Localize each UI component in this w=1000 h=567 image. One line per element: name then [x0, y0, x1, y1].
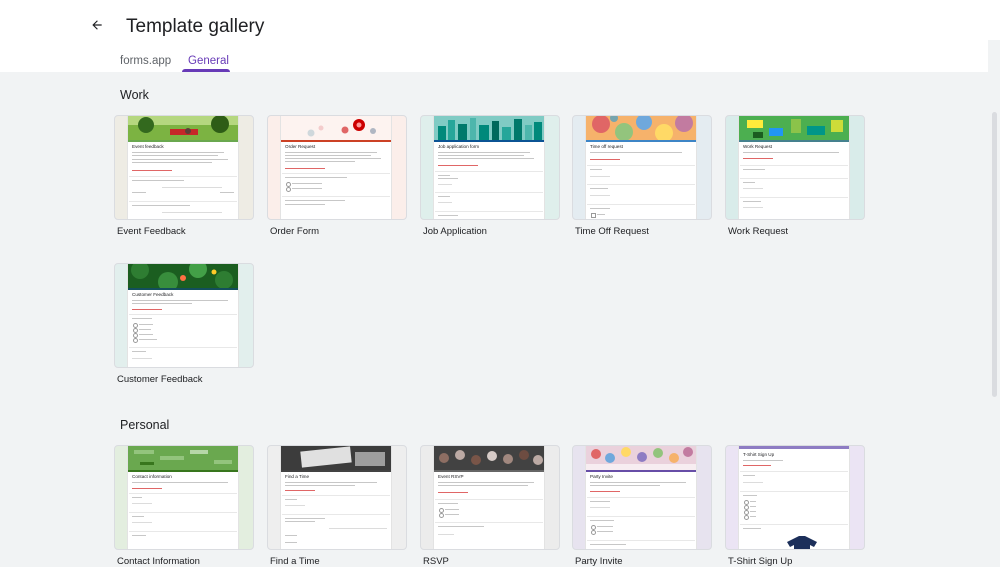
back-button[interactable]: [84, 12, 110, 38]
template-card-t-shirt-sign-up[interactable]: T-Shirt Sign Up: [725, 445, 865, 550]
tropical-leaves-banner: [128, 264, 238, 288]
template-card-party-invite[interactable]: Party Invite: [572, 445, 712, 550]
colorful-art-banner: [586, 116, 696, 140]
template-label-order-form[interactable]: Order Form: [270, 226, 319, 237]
form-title: Time off request: [590, 144, 623, 149]
arrow-left-icon: [92, 20, 102, 30]
template-label-work-request[interactable]: Work Request: [728, 226, 788, 237]
form-preview: Customer Feedback: [128, 264, 238, 367]
top-bar: Template gallery forms.app General: [0, 0, 1000, 72]
form-title: Party Invite: [590, 474, 613, 479]
form-preview: Contact information: [128, 446, 238, 549]
template-label-contact-information[interactable]: Contact Information: [117, 556, 200, 567]
green-notes-banner: [128, 446, 238, 470]
template-card-event-feedback[interactable]: Event feedback: [114, 115, 254, 220]
form-preview: Time off request: [586, 116, 696, 219]
active-tab-indicator: [182, 69, 230, 72]
form-title: T-Shirt Sign Up: [743, 452, 775, 457]
form-title: Event RSVP: [438, 474, 464, 479]
template-card-find-a-time[interactable]: Find a Time: [267, 445, 407, 550]
crowd-photo-banner: [434, 446, 544, 470]
event-photo-banner: [128, 116, 238, 140]
section-title-work: Work: [120, 88, 149, 102]
form-preview: Job application form: [434, 116, 544, 219]
form-title: Work Request: [743, 144, 773, 149]
form-title: Event feedback: [132, 144, 164, 149]
tab-forms-app[interactable]: forms.app: [120, 55, 171, 67]
template-label-event-feedback[interactable]: Event Feedback: [117, 226, 186, 237]
form-title: Find a Time: [285, 474, 309, 479]
tab-general[interactable]: General: [188, 55, 229, 67]
form-title: Order Request: [285, 144, 316, 149]
template-label-time-off-request[interactable]: Time Off Request: [575, 226, 649, 237]
flower-illustration-banner: [281, 116, 391, 140]
template-label-rsvp[interactable]: RSVP: [423, 556, 449, 567]
section-title-personal: Personal: [120, 418, 170, 432]
form-title: Job application form: [438, 144, 480, 149]
template-card-customer-feedback[interactable]: Customer Feedback: [114, 263, 254, 368]
template-card-time-off-request[interactable]: Time off request: [572, 115, 712, 220]
scrollbar-thumb[interactable]: [992, 112, 997, 397]
template-card-job-application[interactable]: Job application form: [420, 115, 560, 220]
template-label-customer-feedback[interactable]: Customer Feedback: [117, 374, 203, 385]
t-shirt-image: [787, 536, 817, 549]
template-card-work-request[interactable]: Work Request: [725, 115, 865, 220]
notebook-photo-banner: [281, 446, 391, 470]
form-preview: Event feedback: [128, 116, 238, 219]
page-title: Template gallery: [126, 16, 265, 37]
green-pattern-banner: [739, 116, 849, 140]
balloons-banner: [586, 446, 696, 470]
form-preview: Find a Time: [281, 446, 391, 549]
template-label-job-application[interactable]: Job Application: [423, 226, 487, 237]
scrollbar[interactable]: [988, 40, 1000, 564]
form-preview: Order Request: [281, 116, 391, 219]
theme-stripe: [739, 446, 849, 449]
form-preview: Event RSVP: [434, 446, 544, 549]
template-label-party-invite[interactable]: Party Invite: [575, 556, 623, 567]
template-label-t-shirt-sign-up[interactable]: T-Shirt Sign Up: [728, 556, 792, 567]
template-card-contact-information[interactable]: Contact information: [114, 445, 254, 550]
template-card-rsvp[interactable]: Event RSVP: [420, 445, 560, 550]
template-label-find-a-time[interactable]: Find a Time: [270, 556, 320, 567]
city-skyline-banner: [434, 116, 544, 140]
form-preview: T-Shirt Sign Up: [739, 446, 849, 549]
form-preview: Work Request: [739, 116, 849, 219]
template-card-order-form[interactable]: Order Request: [267, 115, 407, 220]
form-preview: Party Invite: [586, 446, 696, 549]
form-title: Customer Feedback: [132, 292, 174, 297]
form-title: Contact information: [132, 474, 172, 479]
